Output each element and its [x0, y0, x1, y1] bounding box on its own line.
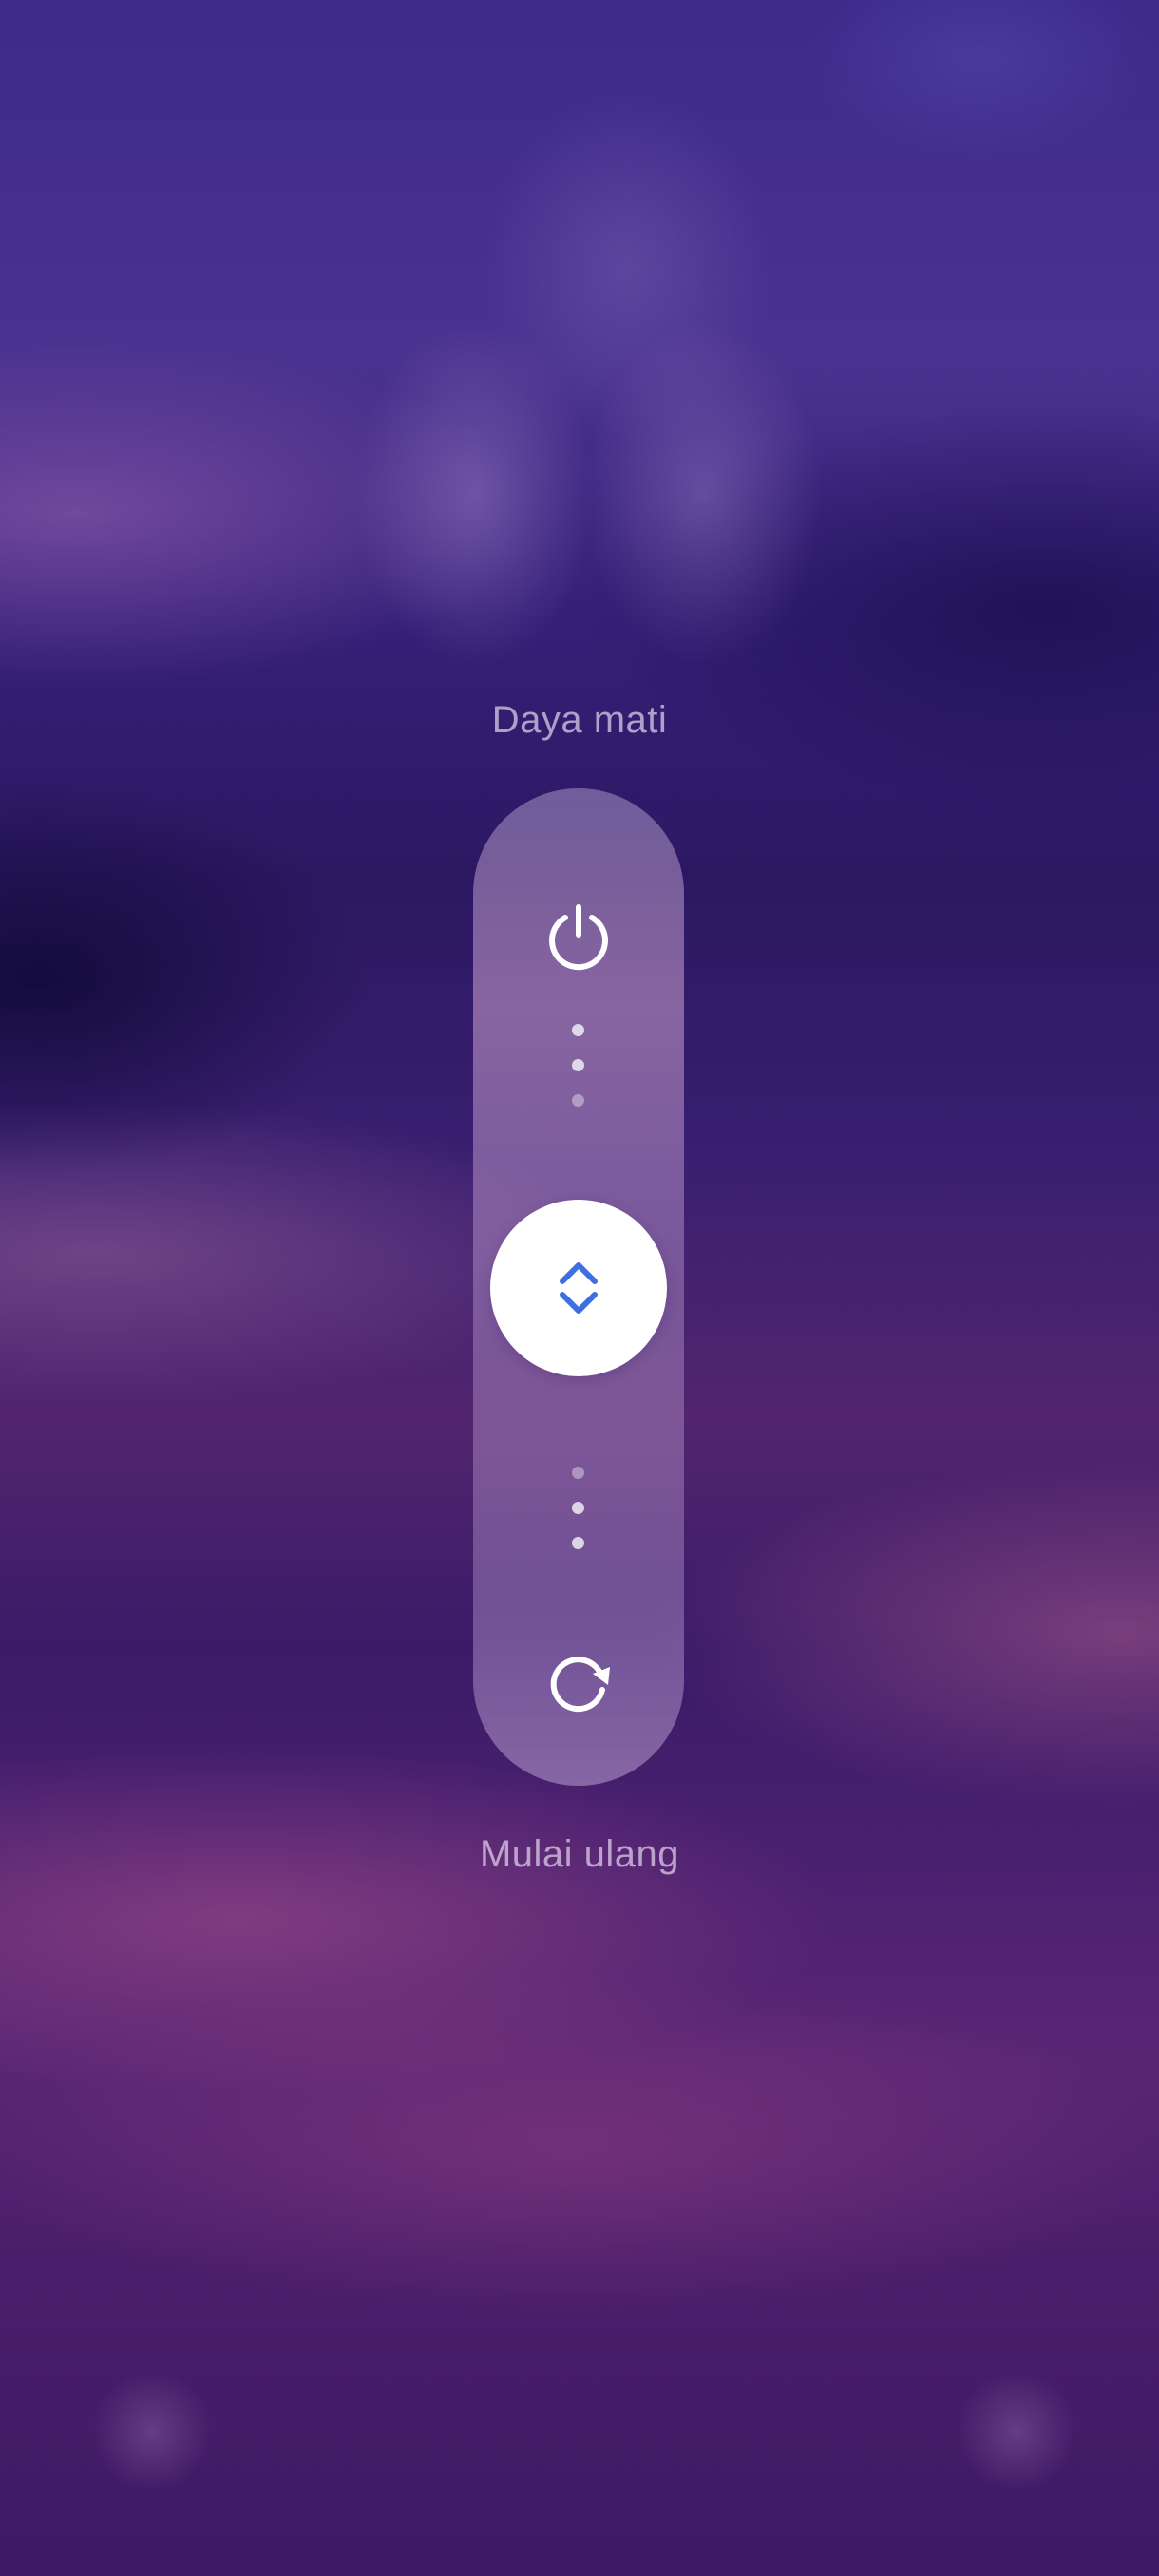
restart-icon [550, 1657, 610, 1713]
power-off-label: Daya mati [491, 699, 668, 741]
restart-target[interactable] [536, 1640, 621, 1726]
slider-handle[interactable] [490, 1200, 667, 1376]
chevron-up-down-icon [560, 1262, 598, 1314]
restart-label: Mulai ulang [479, 1833, 680, 1875]
power-off-target[interactable] [536, 895, 621, 980]
dot [572, 1094, 584, 1107]
dot [572, 1024, 584, 1036]
slide-up-dots [572, 1024, 585, 1129]
dot [572, 1059, 584, 1071]
dot [572, 1537, 584, 1549]
power-slider-track[interactable] [473, 788, 684, 1786]
dot [572, 1502, 584, 1514]
dot [572, 1467, 584, 1479]
slide-down-dots [572, 1467, 585, 1572]
power-icon [549, 904, 608, 971]
